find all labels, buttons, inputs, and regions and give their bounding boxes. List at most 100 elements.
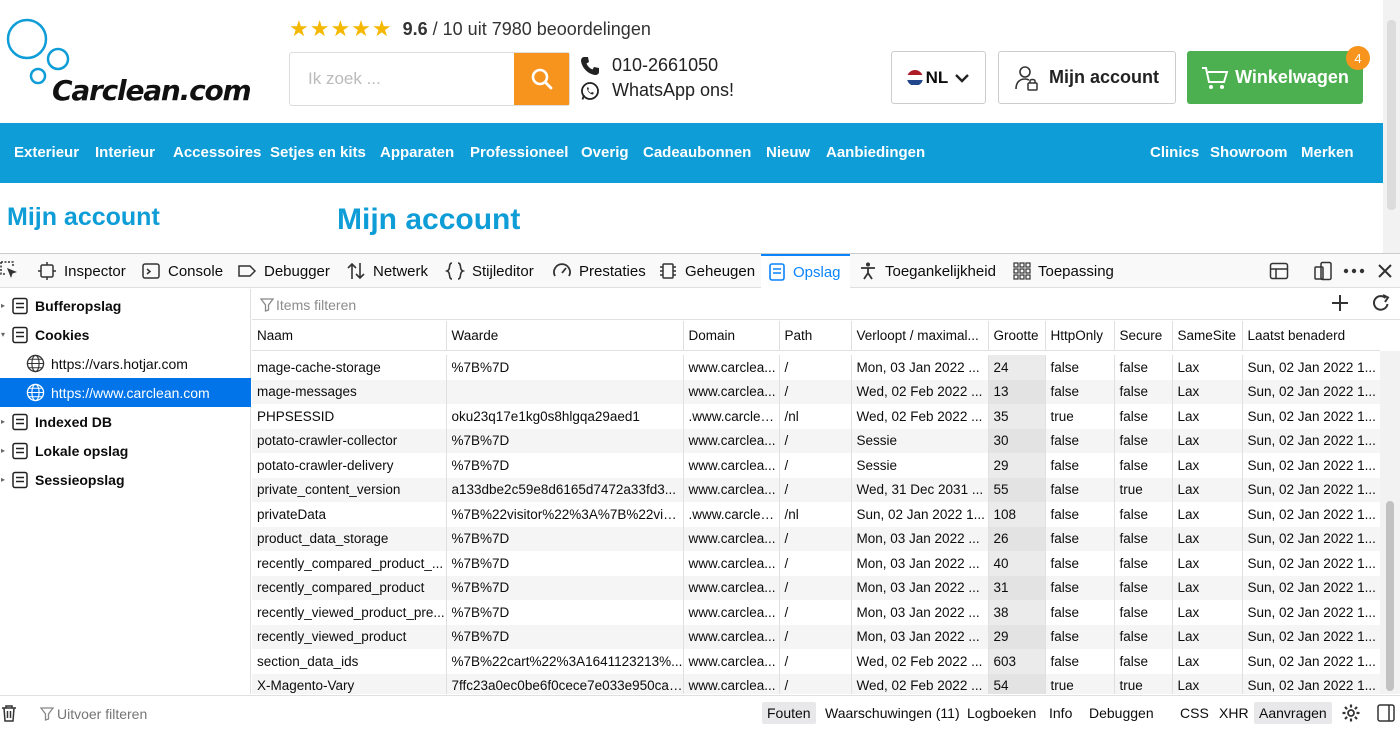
- table-row[interactable]: privateData %7B%22visitor%22%3A%7B%22visi…: [252, 502, 1380, 527]
- table-row[interactable]: recently_compared_product %7B%7D www.carcl…: [252, 575, 1380, 600]
- tree-item-carclean[interactable]: https://www.carclean.com: [0, 378, 251, 407]
- cell-expires: Wed, 31 Dec 2031 ...: [851, 477, 989, 502]
- cell-size: 13: [988, 379, 1046, 404]
- cell-httponly: true: [1045, 673, 1115, 694]
- cell-domain: .www.carclea...: [683, 502, 780, 527]
- tree-item-hotjar[interactable]: https://vars.hotjar.com: [0, 349, 251, 378]
- filter-css[interactable]: CSS: [1175, 702, 1214, 724]
- nav-item-professioneel[interactable]: Professioneel: [470, 123, 568, 183]
- whatsapp-row[interactable]: WhatsApp ons!: [580, 78, 734, 103]
- my-account-button[interactable]: Mijn account: [998, 51, 1176, 104]
- tab-label: Prestaties: [579, 262, 646, 280]
- filter-info[interactable]: Info: [1044, 702, 1077, 724]
- tab-accessibility[interactable]: Toegankelijkheid: [858, 254, 996, 288]
- language-selector[interactable]: NL: [891, 51, 986, 104]
- tab-application[interactable]: Toepassing: [1013, 254, 1114, 288]
- nav-item-interieur[interactable]: Interieur: [95, 123, 155, 183]
- split-console-button[interactable]: [1269, 254, 1289, 288]
- column-header-path[interactable]: Path: [779, 321, 852, 351]
- column-header-samesite[interactable]: SameSite: [1172, 321, 1243, 351]
- tab-memory[interactable]: Geheugen: [658, 254, 755, 288]
- tab-debugger[interactable]: Debugger: [237, 254, 330, 288]
- column-header-domain[interactable]: Domain: [683, 321, 780, 351]
- phone-row[interactable]: 010-2661050: [580, 53, 734, 78]
- tab-storage[interactable]: Opslag: [761, 254, 850, 288]
- cart-button[interactable]: Winkelwagen: [1187, 51, 1363, 104]
- tree-item-session-storage[interactable]: ▸ Sessieopslag: [0, 465, 251, 494]
- cell-path: /: [779, 551, 852, 576]
- table-row[interactable]: recently_compared_product_... %7B%7D www.c…: [252, 551, 1380, 576]
- filter-xhr[interactable]: XHR: [1214, 702, 1254, 724]
- tab-performance[interactable]: Prestaties: [552, 254, 646, 288]
- cell-name: product_data_storage: [252, 526, 447, 551]
- output-filter-input[interactable]: [57, 703, 357, 725]
- tree-item-cache-storage[interactable]: ▸ Bufferopslag: [0, 291, 251, 320]
- tree-item-cookies[interactable]: ▾ Cookies: [0, 320, 251, 349]
- column-header-httponly[interactable]: HttpOnly: [1045, 321, 1115, 351]
- globe-icon: [26, 354, 45, 373]
- table-row[interactable]: section_data_ids %7B%22cart%22%3A16411232…: [252, 649, 1380, 674]
- clear-console-button[interactable]: [0, 704, 18, 727]
- nav-item-merken[interactable]: Merken: [1301, 123, 1354, 183]
- items-filter-input[interactable]: [276, 294, 776, 316]
- table-row[interactable]: PHPSESSID oku23q17e1kg0s8hlgqa29aed1 .www.…: [252, 404, 1380, 429]
- scrollbar-thumb[interactable]: [1387, 20, 1396, 210]
- more-options-button[interactable]: [1343, 254, 1365, 288]
- table-row[interactable]: private_content_version a133dbe2c59e8d616…: [252, 477, 1380, 502]
- tab-style-editor[interactable]: Stijleditor: [445, 254, 534, 288]
- nav-item-accessoires[interactable]: Accessoires: [173, 123, 261, 183]
- table-row[interactable]: recently_viewed_product_pre... %7B%7D www.…: [252, 600, 1380, 625]
- cell-expires: Wed, 02 Feb 2022 ...: [851, 404, 989, 429]
- add-item-button[interactable]: [1330, 293, 1350, 318]
- filter-requests[interactable]: Aanvragen: [1254, 702, 1332, 724]
- table-row[interactable]: mage-cache-storage %7B%7D www.carclea... / M…: [252, 355, 1380, 380]
- cell-domain: www.carclea...: [683, 355, 780, 380]
- column-header-size[interactable]: Grootte: [988, 321, 1046, 351]
- nav-item-aanbiedingen[interactable]: Aanbiedingen: [826, 123, 925, 183]
- search-input[interactable]: [290, 53, 516, 105]
- element-picker-button[interactable]: [0, 254, 27, 288]
- nav-item-clinics[interactable]: Clinics: [1150, 123, 1199, 183]
- cell-value: %7B%7D: [446, 624, 684, 649]
- tab-console[interactable]: Console: [141, 254, 223, 288]
- close-devtools-button[interactable]: [1377, 254, 1393, 288]
- nav-item-cadeaubonnen[interactable]: Cadeaubonnen: [643, 123, 751, 183]
- table-row[interactable]: potato-crawler-collector %7B%7D www.carcle…: [252, 428, 1380, 453]
- console-settings-button[interactable]: [1341, 703, 1361, 728]
- table-scrollbar[interactable]: [1380, 351, 1400, 694]
- nav-item-exterieur[interactable]: Exterieur: [14, 123, 79, 183]
- nav-item-apparaten[interactable]: Apparaten: [380, 123, 454, 183]
- refresh-button[interactable]: [1371, 293, 1391, 318]
- column-header-expires[interactable]: Verloopt / maximal...: [851, 321, 989, 351]
- cell-last-accessed: Sun, 02 Jan 2022 1...: [1242, 649, 1380, 674]
- cell-httponly: false: [1045, 379, 1115, 404]
- responsive-design-button[interactable]: [1313, 254, 1333, 288]
- tab-inspector[interactable]: Inspector: [37, 254, 126, 288]
- filter-errors[interactable]: Fouten: [762, 702, 816, 724]
- tab-network[interactable]: Netwerk: [346, 254, 428, 288]
- column-header-last-accessed[interactable]: Laatst benaderd: [1242, 321, 1380, 351]
- filter-debug[interactable]: Debuggen: [1084, 702, 1159, 724]
- nav-item-overig[interactable]: Overig: [581, 123, 629, 183]
- console-sidebar-button[interactable]: [1376, 703, 1396, 728]
- page-scrollbar[interactable]: [1383, 0, 1400, 253]
- filter-logs[interactable]: Logboeken: [962, 702, 1041, 724]
- nav-item-setjes-en-kits[interactable]: Setjes en kits: [270, 123, 366, 183]
- filter-warnings[interactable]: Waarschuwingen (11): [820, 702, 965, 724]
- table-row[interactable]: recently_viewed_product %7B%7D www.carclea…: [252, 624, 1380, 649]
- cell-httponly: false: [1045, 428, 1115, 453]
- nav-item-nieuw[interactable]: Nieuw: [766, 123, 810, 183]
- table-row[interactable]: X-Magento-Vary 7ffc23a0ec0be6f0cece7e033e…: [252, 673, 1380, 694]
- nav-item-showroom[interactable]: Showroom: [1210, 123, 1288, 183]
- search-button[interactable]: [514, 53, 569, 105]
- column-header-name[interactable]: Naam: [252, 321, 447, 351]
- scrollbar-thumb[interactable]: [1386, 501, 1394, 691]
- column-header-secure[interactable]: Secure: [1114, 321, 1173, 351]
- column-header-value[interactable]: Waarde: [446, 321, 684, 351]
- table-row[interactable]: product_data_storage %7B%7D www.carclea...…: [252, 526, 1380, 551]
- table-row[interactable]: potato-crawler-delivery %7B%7D www.carclea…: [252, 453, 1380, 478]
- tree-item-indexed-db[interactable]: ▸ Indexed DB: [0, 407, 251, 436]
- tree-item-local-storage[interactable]: ▸ Lokale opslag: [0, 436, 251, 465]
- table-row[interactable]: mage-messages www.carclea... / Wed, 02 Feb …: [252, 379, 1380, 404]
- carclean-logo[interactable]: Carclean.com: [6, 18, 252, 108]
